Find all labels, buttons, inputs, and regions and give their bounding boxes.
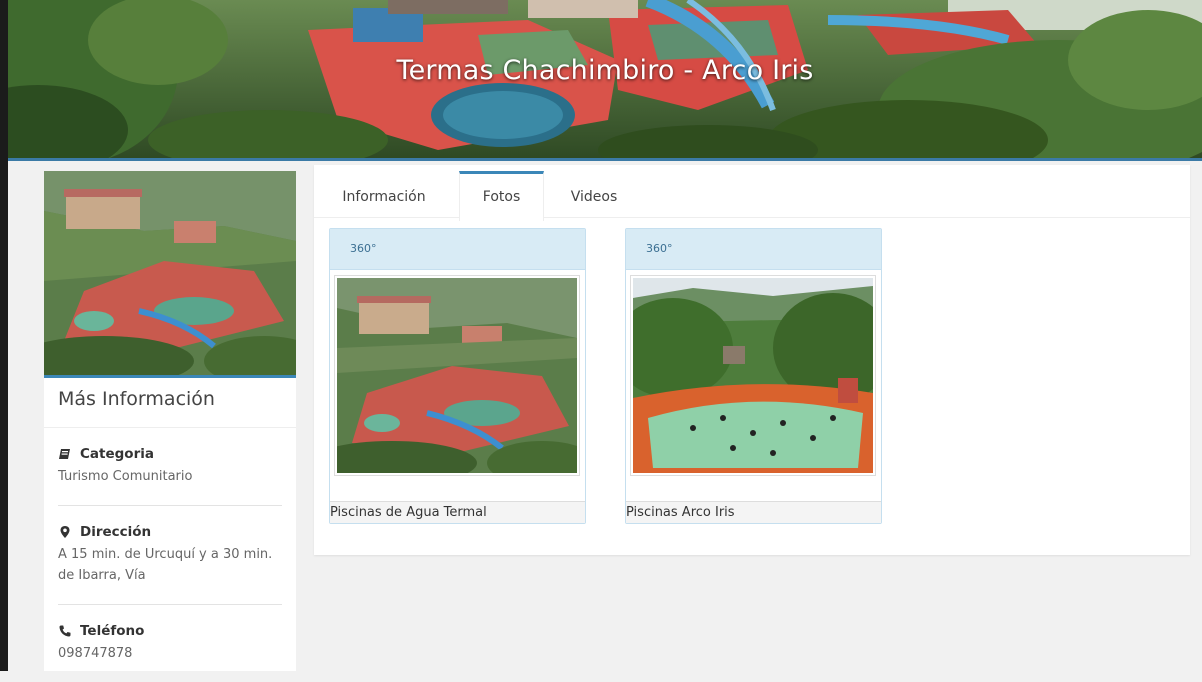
- info-item-address: Dirección A 15 min. de Urcuquí y a 30 mi…: [58, 506, 282, 605]
- tab-bar: Información Fotos Videos: [314, 165, 1190, 221]
- info-item-phone: Teléfono 098747878: [58, 605, 282, 682]
- photo-card[interactable]: 360° Piscinas de Agua Termal: [329, 228, 586, 524]
- info-value-category: Turismo Comunitario: [58, 469, 193, 484]
- hero-banner: Termas Chachimbiro - Arco Iris: [8, 0, 1202, 161]
- info-title-address: Dirección: [80, 524, 152, 540]
- info-item-category: Categoria Turismo Comunitario: [58, 428, 282, 506]
- map-marker-icon: [60, 526, 70, 538]
- info-title-category: Categoria: [80, 446, 154, 462]
- info-value-address: A 15 min. de Urcuquí y a 30 min. de Ibar…: [58, 547, 273, 583]
- more-info-heading: Más Información: [44, 378, 296, 428]
- banner-title: Termas Chachimbiro - Arco Iris: [396, 55, 814, 86]
- book-icon: [59, 449, 70, 459]
- badge-360[interactable]: 360°: [330, 229, 585, 270]
- phone-icon: [59, 625, 71, 637]
- info-sidebar: Más Información Categoria Turismo Comuni…: [44, 171, 296, 671]
- photo-caption: Piscinas de Agua Termal: [330, 501, 585, 523]
- photo-thumbnail[interactable]: [630, 275, 876, 476]
- window-edge: [0, 0, 8, 671]
- tab-fotos[interactable]: Fotos: [459, 171, 544, 221]
- tab-informacion[interactable]: Información: [324, 171, 444, 217]
- info-list: Categoria Turismo Comunitario Dirección …: [44, 428, 296, 682]
- tab-videos[interactable]: Videos: [554, 171, 634, 217]
- photo-card[interactable]: 360° Piscinas Arco Iris: [625, 228, 882, 524]
- info-value-phone: 098747878: [58, 646, 133, 661]
- badge-360[interactable]: 360°: [626, 229, 881, 270]
- photo-caption: Piscinas Arco Iris: [626, 501, 881, 523]
- info-title-phone: Teléfono: [80, 623, 145, 639]
- content-panel: Información Fotos Videos 360° Piscinas d…: [314, 165, 1190, 555]
- place-photo: [44, 171, 296, 378]
- photo-thumbnail[interactable]: [334, 275, 580, 476]
